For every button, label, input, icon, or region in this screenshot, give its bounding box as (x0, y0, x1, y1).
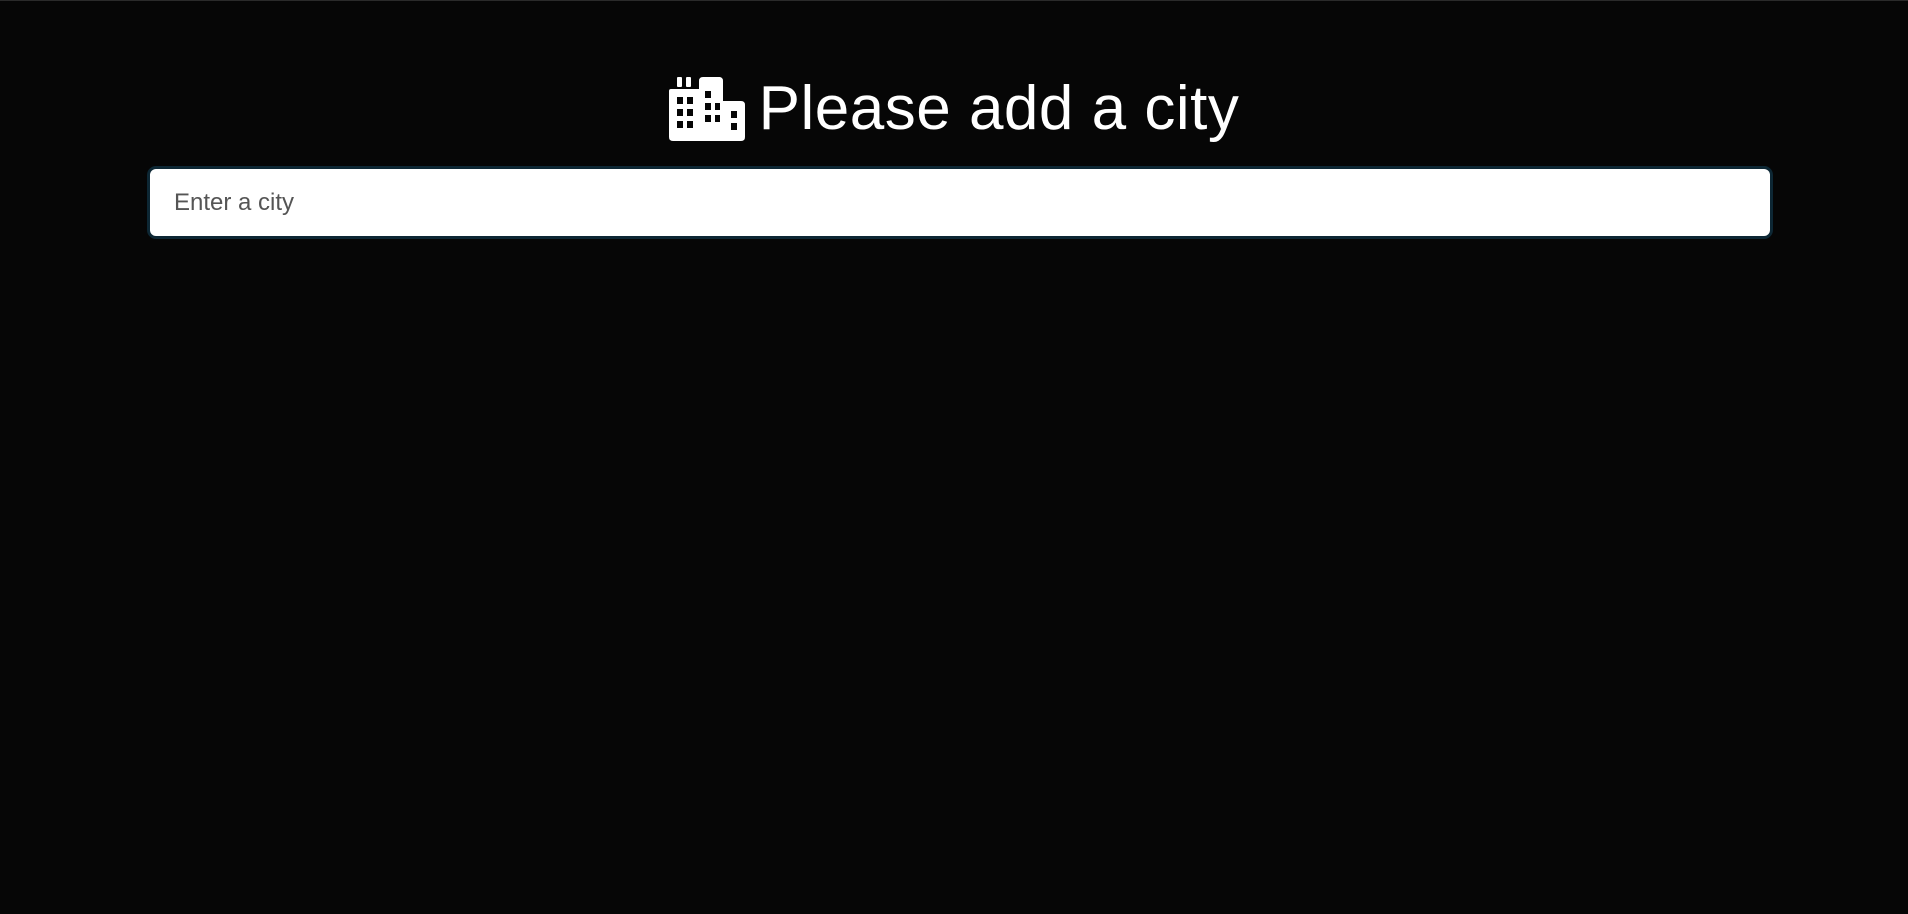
header: Please add a city (0, 73, 1908, 145)
city-search-input[interactable] (150, 169, 1770, 236)
page-title: Please add a city (758, 74, 1240, 143)
search-field-container (147, 166, 1773, 239)
city-buildings-icon (668, 77, 745, 141)
